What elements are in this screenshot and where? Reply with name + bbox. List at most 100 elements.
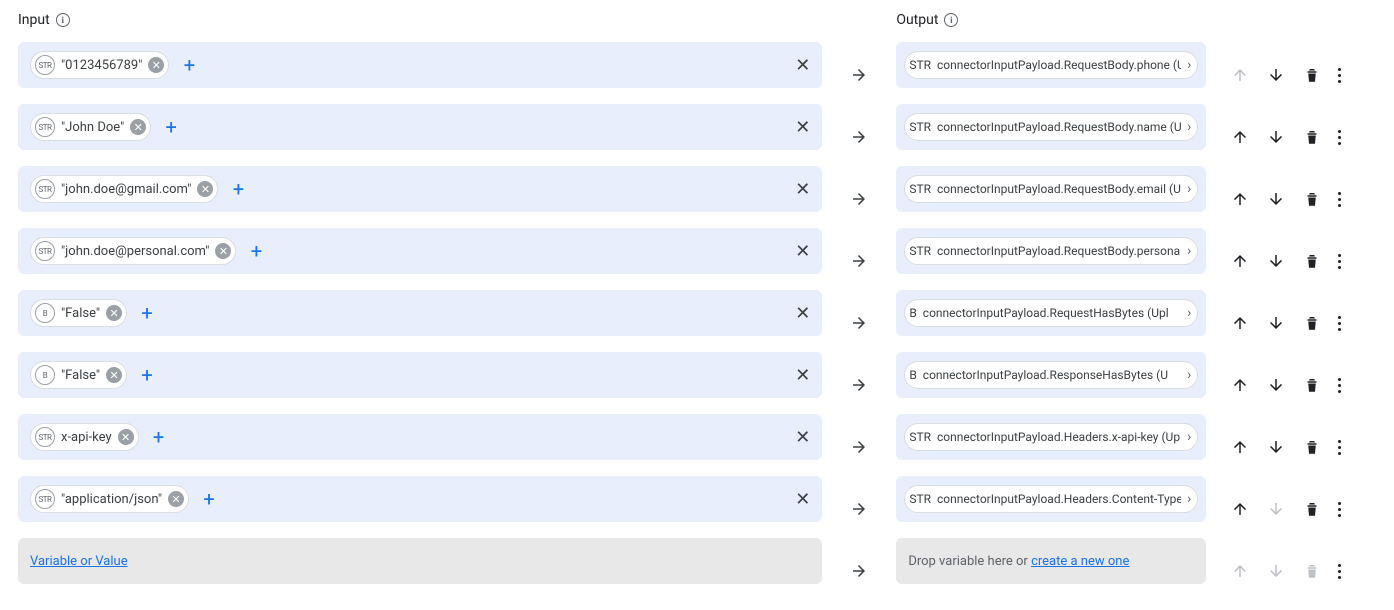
output-chip[interactable]: STR connectorInputPayload.RequestBody.na… bbox=[904, 113, 1198, 141]
output-row[interactable]: STR connectorInputPayload.RequestBody.em… bbox=[896, 166, 1206, 212]
more-menu-button[interactable] bbox=[1338, 502, 1341, 517]
add-icon[interactable]: + bbox=[199, 487, 219, 511]
delete-button[interactable] bbox=[1302, 437, 1322, 457]
input-chip[interactable]: B "False" ✕ bbox=[30, 299, 127, 327]
input-chip[interactable]: STR "John Doe" ✕ bbox=[30, 113, 151, 141]
output-chip[interactable]: STR connectorInputPayload.Headers.Conten… bbox=[904, 485, 1198, 513]
more-menu-button[interactable] bbox=[1338, 564, 1341, 579]
chip-remove-icon[interactable]: ✕ bbox=[130, 119, 146, 135]
input-placeholder-link[interactable]: Variable or Value bbox=[30, 554, 128, 569]
input-row[interactable]: STR "0123456789" ✕ + ✕ bbox=[18, 42, 822, 88]
output-chip[interactable]: STR connectorInputPayload.RequestBody.ph… bbox=[904, 51, 1198, 79]
chevron-right-icon[interactable]: › bbox=[1187, 57, 1193, 73]
more-menu-button[interactable] bbox=[1338, 440, 1341, 455]
more-menu-button[interactable] bbox=[1338, 254, 1341, 269]
more-menu-button[interactable] bbox=[1338, 192, 1341, 207]
chip-remove-icon[interactable]: ✕ bbox=[148, 57, 164, 73]
move-up-button[interactable] bbox=[1230, 375, 1250, 395]
chip-remove-icon[interactable]: ✕ bbox=[168, 491, 184, 507]
delete-button[interactable] bbox=[1302, 65, 1322, 85]
chip-remove-icon[interactable]: ✕ bbox=[106, 367, 122, 383]
close-icon[interactable]: ✕ bbox=[795, 303, 810, 324]
move-up-button[interactable] bbox=[1230, 251, 1250, 271]
move-up-button[interactable] bbox=[1230, 313, 1250, 333]
move-up-button[interactable] bbox=[1230, 499, 1250, 519]
move-down-button[interactable] bbox=[1266, 65, 1286, 85]
output-row[interactable]: B connectorInputPayload.RequestHasBytes … bbox=[896, 290, 1206, 336]
close-icon[interactable]: ✕ bbox=[795, 241, 810, 262]
move-down-button[interactable] bbox=[1266, 127, 1286, 147]
more-menu-button[interactable] bbox=[1338, 68, 1341, 83]
move-down-button[interactable] bbox=[1266, 189, 1286, 209]
move-down-button[interactable] bbox=[1266, 251, 1286, 271]
add-icon[interactable]: + bbox=[137, 301, 157, 325]
close-icon[interactable]: ✕ bbox=[795, 489, 810, 510]
input-chip[interactable]: STR x-api-key ✕ bbox=[30, 423, 139, 451]
input-row[interactable]: STR x-api-key ✕ + ✕ bbox=[18, 414, 822, 460]
output-chip[interactable]: STR connectorInputPayload.RequestBody.pe… bbox=[904, 237, 1198, 265]
close-icon[interactable]: ✕ bbox=[795, 179, 810, 200]
more-menu-button[interactable] bbox=[1338, 316, 1341, 331]
output-chip[interactable]: STR connectorInputPayload.Headers.x-api-… bbox=[904, 423, 1198, 451]
output-row[interactable]: STR connectorInputPayload.RequestBody.pe… bbox=[896, 228, 1206, 274]
close-icon[interactable]: ✕ bbox=[795, 117, 810, 138]
input-chip[interactable]: STR "0123456789" ✕ bbox=[30, 51, 169, 79]
delete-button[interactable] bbox=[1302, 499, 1322, 519]
chevron-right-icon[interactable]: › bbox=[1187, 367, 1193, 383]
input-chip[interactable]: B "False" ✕ bbox=[30, 361, 127, 389]
delete-button[interactable] bbox=[1302, 251, 1322, 271]
output-chip[interactable]: B connectorInputPayload.RequestHasBytes … bbox=[904, 299, 1198, 327]
add-icon[interactable]: + bbox=[161, 115, 181, 139]
output-row[interactable]: STR connectorInputPayload.RequestBody.na… bbox=[896, 104, 1206, 150]
add-icon[interactable]: + bbox=[137, 363, 157, 387]
close-icon[interactable]: ✕ bbox=[795, 427, 810, 448]
chip-remove-icon[interactable]: ✕ bbox=[118, 429, 134, 445]
input-chip[interactable]: STR "john.doe@personal.com" ✕ bbox=[30, 237, 236, 265]
input-placeholder-row[interactable]: Variable or Value bbox=[18, 538, 822, 584]
delete-button[interactable] bbox=[1302, 313, 1322, 333]
output-row[interactable]: STR connectorInputPayload.Headers.x-api-… bbox=[896, 414, 1206, 460]
add-icon[interactable]: + bbox=[228, 177, 248, 201]
move-down-button[interactable] bbox=[1266, 437, 1286, 457]
chevron-right-icon[interactable]: › bbox=[1187, 119, 1193, 135]
input-row[interactable]: B "False" ✕ + ✕ bbox=[18, 352, 822, 398]
output-row[interactable]: STR connectorInputPayload.RequestBody.ph… bbox=[896, 42, 1206, 88]
chevron-right-icon[interactable]: › bbox=[1187, 305, 1193, 321]
input-chip[interactable]: STR "john.doe@gmail.com" ✕ bbox=[30, 175, 218, 203]
input-chip[interactable]: STR "application/json" ✕ bbox=[30, 485, 189, 513]
output-chip[interactable]: STR connectorInputPayload.RequestBody.em… bbox=[904, 175, 1198, 203]
move-up-button[interactable] bbox=[1230, 127, 1250, 147]
add-icon[interactable]: + bbox=[246, 239, 266, 263]
move-up-button[interactable] bbox=[1230, 437, 1250, 457]
chip-remove-icon[interactable]: ✕ bbox=[215, 243, 231, 259]
more-menu-button[interactable] bbox=[1338, 130, 1341, 145]
chevron-right-icon[interactable]: › bbox=[1187, 491, 1193, 507]
info-icon[interactable]: i bbox=[944, 13, 958, 27]
chevron-right-icon[interactable]: › bbox=[1187, 429, 1193, 445]
close-icon[interactable]: ✕ bbox=[795, 55, 810, 76]
delete-button[interactable] bbox=[1302, 189, 1322, 209]
output-chip[interactable]: B connectorInputPayload.ResponseHasBytes… bbox=[904, 361, 1198, 389]
input-row[interactable]: STR "application/json" ✕ + ✕ bbox=[18, 476, 822, 522]
close-icon[interactable]: ✕ bbox=[795, 365, 810, 386]
output-placeholder-row[interactable]: Drop variable here or create a new one bbox=[896, 538, 1206, 584]
info-icon[interactable]: i bbox=[56, 13, 70, 27]
chevron-right-icon[interactable]: › bbox=[1187, 181, 1193, 197]
input-row[interactable]: STR "John Doe" ✕ + ✕ bbox=[18, 104, 822, 150]
chip-remove-icon[interactable]: ✕ bbox=[106, 305, 122, 321]
add-icon[interactable]: + bbox=[179, 53, 199, 77]
output-row[interactable]: B connectorInputPayload.ResponseHasBytes… bbox=[896, 352, 1206, 398]
add-icon[interactable]: + bbox=[149, 425, 169, 449]
input-row[interactable]: STR "john.doe@personal.com" ✕ + ✕ bbox=[18, 228, 822, 274]
more-menu-button[interactable] bbox=[1338, 378, 1341, 393]
output-row[interactable]: STR connectorInputPayload.Headers.Conten… bbox=[896, 476, 1206, 522]
chip-remove-icon[interactable]: ✕ bbox=[197, 181, 213, 197]
chevron-right-icon[interactable]: › bbox=[1187, 243, 1193, 259]
delete-button[interactable] bbox=[1302, 127, 1322, 147]
input-row[interactable]: STR "john.doe@gmail.com" ✕ + ✕ bbox=[18, 166, 822, 212]
delete-button[interactable] bbox=[1302, 375, 1322, 395]
move-down-button[interactable] bbox=[1266, 313, 1286, 333]
create-new-link[interactable]: create a new one bbox=[1031, 554, 1129, 569]
move-up-button[interactable] bbox=[1230, 189, 1250, 209]
move-down-button[interactable] bbox=[1266, 375, 1286, 395]
